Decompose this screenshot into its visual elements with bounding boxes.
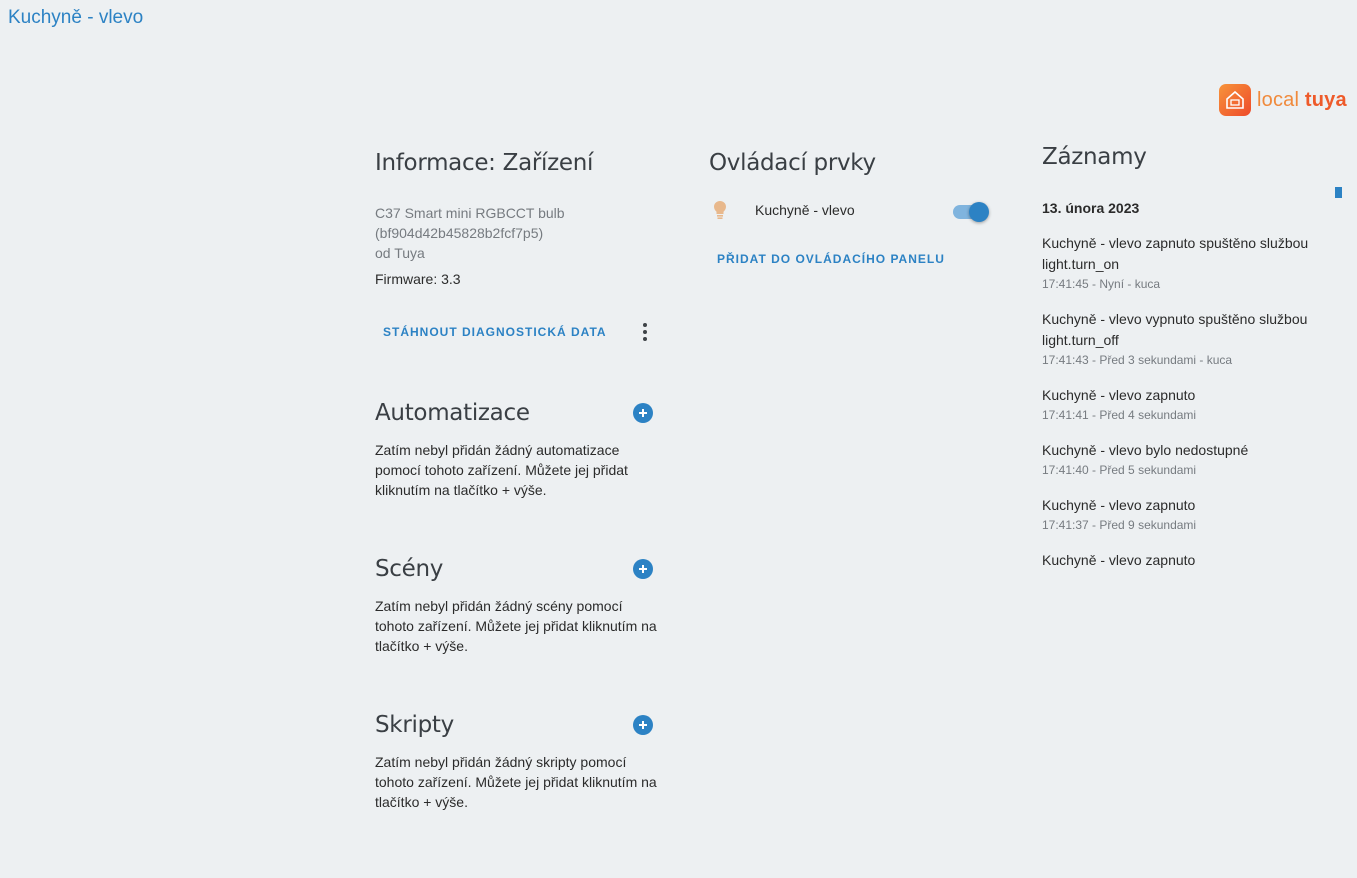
- automations-header: Automatizace: [375, 400, 665, 426]
- download-diagnostics-button[interactable]: STÁHNOUT DIAGNOSTICKÁ DATA: [375, 325, 615, 339]
- logbook-entry[interactable]: Kuchyně - vlevo bylo nedostupné 17:41:40…: [1042, 440, 1327, 477]
- device-vendor: od Tuya: [375, 245, 425, 261]
- scripts-section: Skripty Zatím nebyl přidán žádný skripty…: [375, 712, 665, 812]
- logbook-entry-meta: 17:41:41 - Před 4 sekundami: [1042, 408, 1197, 422]
- home-icon: [1219, 84, 1251, 116]
- device-id: (bf904d42b45828b2fcf7p5): [375, 225, 544, 241]
- brand-word-tuya: tuya: [1304, 88, 1347, 111]
- plus-icon: [639, 565, 647, 573]
- add-scene-button[interactable]: [633, 559, 653, 579]
- logbook-card: Záznamy 13. února 2023 Kuchyně - vlevo z…: [1042, 144, 1327, 571]
- device-actions: STÁHNOUT DIAGNOSTICKÁ DATA: [375, 321, 665, 343]
- brand-word-local: local: [1257, 88, 1300, 111]
- logbook-date: 13. února 2023: [1042, 200, 1140, 216]
- logbook-entry[interactable]: Kuchyně - vlevo zapnuto 17:41:37 - Před …: [1042, 495, 1327, 532]
- logbook-entry-message: Kuchyně - vlevo zapnuto: [1042, 497, 1196, 513]
- logbook-entry-meta: 17:41:40 - Před 5 sekundami: [1042, 463, 1197, 477]
- light-toggle[interactable]: [953, 200, 989, 222]
- add-automation-button[interactable]: [633, 403, 653, 423]
- logbook-entry[interactable]: Kuchyně - vlevo vypnuto spuštěno službou…: [1042, 309, 1327, 367]
- add-to-dashboard-button[interactable]: PŘIDAT DO OVLÁDACÍHO PANELU: [709, 252, 994, 266]
- logbook-heading: Záznamy: [1042, 144, 1147, 170]
- controls-card: Ovládací prvky Kuchyně - vlevo PŘIDAT DO…: [709, 150, 994, 266]
- scenes-empty-text: Zatím nebyl přidán žádný scény pomocí to…: [375, 598, 657, 654]
- logbook-entry-meta: 17:41:37 - Před 9 sekundami: [1042, 518, 1197, 532]
- plus-icon: [639, 409, 647, 417]
- logbook-entry[interactable]: Kuchyně - vlevo zapnuto spuštěno službou…: [1042, 233, 1327, 291]
- automations-section: Automatizace Zatím nebyl přidán žádný au…: [375, 400, 665, 500]
- page-title: Kuchyně - vlevo: [8, 7, 144, 28]
- logbook-entry-message: Kuchyně - vlevo zapnuto: [1042, 387, 1196, 403]
- logbook-entry[interactable]: Kuchyně - vlevo zapnuto: [1042, 550, 1327, 571]
- local-tuya-logo: local tuya: [1219, 84, 1347, 116]
- scripts-header: Skripty: [375, 712, 665, 738]
- logbook-entry-meta: 17:41:45 - Nyní - kuca: [1042, 277, 1161, 291]
- logbook-entry-message: Kuchyně - vlevo bylo nedostupné: [1042, 442, 1249, 458]
- plus-icon: [639, 721, 647, 729]
- automations-empty-text: Zatím nebyl přidán žádný automatizace po…: [375, 442, 628, 498]
- logbook-list: Kuchyně - vlevo zapnuto spuštěno službou…: [1042, 233, 1327, 571]
- logbook-entry[interactable]: Kuchyně - vlevo zapnuto 17:41:41 - Před …: [1042, 385, 1327, 422]
- brand-wordmark: local tuya: [1257, 89, 1347, 112]
- scenes-section: Scény Zatím nebyl přidán žádný scény pom…: [375, 556, 665, 656]
- device-details: C37 Smart mini RGBCCT bulb (bf904d42b458…: [375, 203, 665, 263]
- more-vert-icon[interactable]: [637, 321, 653, 343]
- scripts-empty-text: Zatím nebyl přidán žádný skripty pomocí …: [375, 754, 657, 810]
- toggle-thumb: [969, 202, 989, 222]
- device-info-heading: Informace: Zařízení: [375, 150, 594, 176]
- entity-row[interactable]: Kuchyně - vlevo: [709, 198, 994, 222]
- add-script-button[interactable]: [633, 715, 653, 735]
- controls-heading: Ovládací prvky: [709, 150, 876, 176]
- logbook-entry-meta: 17:41:43 - Před 3 sekundami - kuca: [1042, 353, 1233, 367]
- device-firmware: Firmware: 3.3: [375, 271, 461, 287]
- scenes-heading: Scény: [375, 556, 444, 582]
- entity-name[interactable]: Kuchyně - vlevo: [755, 202, 953, 218]
- scrollbar-thumb[interactable]: [1335, 187, 1342, 198]
- device-model: C37 Smart mini RGBCCT bulb: [375, 205, 565, 221]
- logbook-entry-message: Kuchyně - vlevo zapnuto spuštěno službou…: [1042, 235, 1309, 272]
- automations-heading: Automatizace: [375, 400, 530, 426]
- device-info-card: Informace: Zařízení C37 Smart mini RGBCC…: [375, 150, 665, 343]
- logbook-entry-message: Kuchyně - vlevo zapnuto: [1042, 552, 1196, 568]
- scripts-heading: Skripty: [375, 712, 454, 738]
- scenes-header: Scény: [375, 556, 665, 582]
- logbook-entry-message: Kuchyně - vlevo vypnuto spuštěno službou…: [1042, 311, 1308, 348]
- lightbulb-icon: [709, 198, 731, 222]
